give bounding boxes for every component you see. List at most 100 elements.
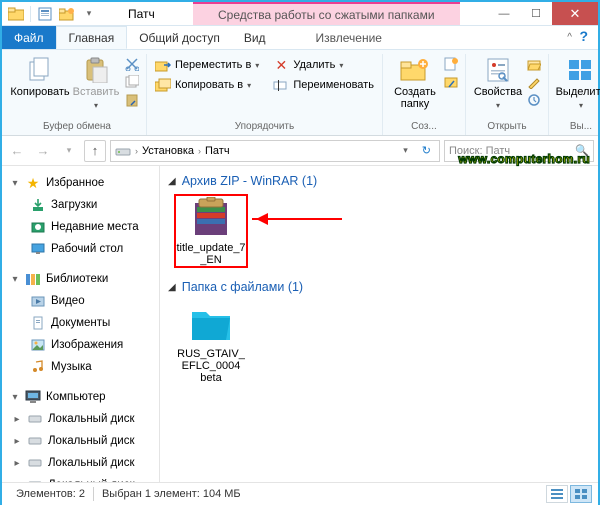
nav-libraries[interactable]: ▾ Библиотеки [2, 268, 159, 290]
nav-favorites[interactable]: ▾ ★ Избранное [2, 172, 159, 194]
status-selection: Выбран 1 элемент: 104 МБ [94, 488, 249, 500]
nav-up-button[interactable]: ↑ [84, 140, 106, 162]
chevron-right-icon[interactable]: ▸ [12, 414, 22, 425]
file-item-folder[interactable]: RUS_GTAIV_EFLC_0004 beta [174, 300, 248, 386]
group-label-new: Соз... [411, 119, 437, 135]
tab-share[interactable]: Общий доступ [127, 26, 232, 49]
nav-recent[interactable]: Недавние места [2, 216, 159, 238]
address-dropdown-icon[interactable]: ▾ [399, 145, 412, 156]
nav-documents[interactable]: Документы [2, 312, 159, 334]
new-folder-button[interactable]: Создать папку [387, 54, 443, 112]
history-icon[interactable] [526, 92, 542, 108]
rename-icon [273, 77, 289, 93]
nav-local-disk[interactable]: ▸Локальный диск [2, 474, 159, 482]
group-header-archive[interactable]: ◢ Архив ZIP - WinRAR (1) [168, 170, 590, 192]
select-all-button[interactable]: Выделить ▾ [553, 54, 600, 114]
file-label: RUS_GTAIV_EFLC_0004 beta [176, 348, 246, 384]
paste-icon [80, 56, 112, 84]
nav-videos[interactable]: Видео [2, 290, 159, 312]
help-icon[interactable]: ? [579, 28, 588, 44]
navigation-pane: ▾ ★ Избранное Загрузки Недавние места Ра… [2, 166, 160, 482]
tab-home[interactable]: Главная [56, 26, 128, 49]
content-pane[interactable]: ◢ Архив ZIP - WinRAR (1) title_update_7_… [160, 166, 598, 482]
music-icon [30, 359, 46, 375]
tab-file[interactable]: Файл [2, 26, 56, 49]
nav-forward-button[interactable]: → [32, 140, 54, 162]
easy-access-icon[interactable] [443, 74, 459, 90]
nav-downloads[interactable]: Загрузки [2, 194, 159, 216]
drive-icon [27, 477, 43, 482]
tab-extract[interactable]: Извлечение [304, 26, 394, 49]
copy-button[interactable]: Копировать [12, 54, 68, 100]
chevron-right-icon[interactable]: › [135, 146, 138, 156]
chevron-down-icon[interactable]: ▾ [10, 178, 20, 189]
drive-icon [27, 433, 43, 449]
group-label-clipboard: Буфер обмена [43, 119, 111, 135]
chevron-right-icon[interactable]: ▸ [12, 436, 22, 447]
ribbon-tabs: Файл Главная Общий доступ Вид Извлечение… [2, 26, 598, 50]
group-header-folder[interactable]: ◢ Папка с файлами (1) [168, 276, 590, 298]
nav-pictures[interactable]: Изображения [2, 334, 159, 356]
paste-button[interactable]: Вставить ▾ [68, 54, 124, 114]
nav-local-disk[interactable]: ▸Локальный диск [2, 452, 159, 474]
chevron-down-icon[interactable]: ◢ [168, 282, 176, 293]
qat-dropdown-icon[interactable]: ▾ [81, 6, 97, 22]
paste-shortcut-icon[interactable] [124, 92, 140, 108]
window-controls: — ☐ ✕ [488, 2, 598, 25]
view-details-button[interactable] [546, 485, 568, 503]
rename-button[interactable]: Переименовать [269, 76, 378, 94]
properties-icon[interactable] [37, 6, 53, 22]
nav-music[interactable]: Музыка [2, 356, 159, 378]
nav-recent-button[interactable]: ▾ [58, 140, 80, 162]
new-item-icon[interactable] [443, 56, 459, 72]
copy-path-icon[interactable] [124, 74, 140, 90]
ribbon-group-new: Создать папку Соз... [383, 54, 466, 135]
open-icon[interactable] [526, 56, 542, 72]
nav-desktop[interactable]: Рабочий стол [2, 238, 159, 260]
file-item-archive[interactable]: title_update_7_EN [174, 194, 248, 268]
computer-icon [25, 389, 41, 405]
address-bar[interactable]: › Установка › Патч ▾ ↻ [110, 140, 440, 162]
select-all-label: Выделить [556, 86, 600, 98]
move-to-icon [155, 57, 171, 73]
copy-to-button[interactable]: Копировать в ▾ [151, 76, 263, 94]
nav-favorites-label: Избранное [46, 177, 104, 189]
chevron-right-icon[interactable]: › [198, 146, 201, 156]
group-label-open: Открыть [487, 119, 526, 135]
nav-back-button[interactable]: ← [6, 140, 28, 162]
properties-button[interactable]: Свойства ▾ [470, 54, 526, 114]
copy-to-label: Копировать в [175, 79, 243, 91]
chevron-right-icon[interactable]: ▸ [12, 480, 22, 483]
nav-local-disk[interactable]: ▸Локальный диск [2, 430, 159, 452]
crumb-1[interactable]: Установка [142, 145, 194, 157]
maximize-button[interactable]: ☐ [520, 2, 552, 25]
view-icons-button[interactable] [570, 485, 592, 503]
ribbon-group-open: Свойства ▾ Открыть [466, 54, 549, 135]
ribbon: Копировать Вставить ▾ Буфер обмена Перем… [2, 50, 598, 136]
minimize-button[interactable]: — [488, 2, 520, 25]
refresh-icon[interactable]: ↻ [418, 144, 435, 157]
chevron-down-icon[interactable]: ▾ [10, 274, 20, 285]
chevron-right-icon[interactable]: ▸ [12, 458, 22, 469]
crumb-2[interactable]: Патч [205, 145, 230, 157]
move-to-button[interactable]: Переместить в ▾ [151, 56, 263, 74]
edit-icon[interactable] [526, 74, 542, 90]
ribbon-collapse-button[interactable]: ^ [557, 26, 582, 49]
new-folder-icon[interactable] [59, 6, 75, 22]
drive-icon [27, 455, 43, 471]
recent-icon [30, 219, 46, 235]
delete-button[interactable]: ✕ Удалить ▾ [269, 56, 378, 74]
watermark: www.computerhom.ru [458, 152, 590, 166]
chevron-down-icon[interactable]: ▾ [10, 392, 20, 403]
chevron-down-icon[interactable]: ◢ [168, 176, 176, 187]
drive-icon [27, 411, 43, 427]
copy-label: Копировать [10, 86, 69, 98]
status-bar: Элементов: 2 Выбран 1 элемент: 104 МБ [2, 482, 598, 505]
cut-icon[interactable] [124, 56, 140, 72]
status-item-count: Элементов: 2 [8, 488, 93, 500]
ribbon-group-select: Выделить ▾ Вы... [549, 54, 600, 135]
close-button[interactable]: ✕ [552, 2, 598, 25]
tab-view[interactable]: Вид [232, 26, 278, 49]
nav-local-disk[interactable]: ▸Локальный диск [2, 408, 159, 430]
nav-computer[interactable]: ▾ Компьютер [2, 386, 159, 408]
